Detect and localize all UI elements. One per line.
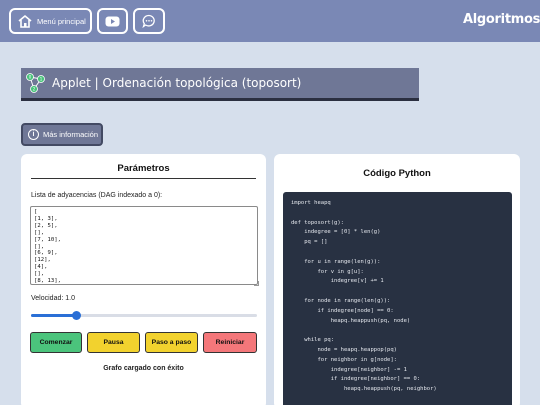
home-icon bbox=[18, 15, 32, 28]
svg-text:0: 0 bbox=[29, 75, 32, 80]
applet-title-banner: 0 1 2 Applet | Ordenación topológica (to… bbox=[21, 68, 419, 101]
step-button[interactable]: Paso a paso bbox=[145, 332, 198, 353]
status-message: Grafo cargado con éxito bbox=[103, 365, 184, 372]
chat-icon bbox=[142, 14, 155, 28]
speed-slider[interactable] bbox=[31, 311, 257, 320]
top-nav-bar: Menú principal Algoritmos bbox=[0, 0, 540, 42]
speed-slider-fill bbox=[31, 314, 77, 317]
reset-button[interactable]: Reiniciar bbox=[203, 332, 257, 353]
adjacency-list-textarea[interactable]: [ [1, 3], [2, 5], [], [7, 10], [], [6, 9… bbox=[30, 206, 258, 285]
svg-text:1: 1 bbox=[40, 77, 43, 82]
more-info-label: Más información bbox=[43, 130, 99, 139]
speed-label: Velocidad: 1.0 bbox=[31, 295, 75, 302]
graph-icon: 0 1 2 bbox=[26, 73, 45, 93]
logo-text: Algoritmos bbox=[463, 12, 540, 27]
python-code-block: import heapq def toposort(g): indegree =… bbox=[283, 192, 512, 405]
algoritmos-logo[interactable]: Algoritmos bbox=[463, 10, 540, 36]
parameters-card: Parámetros Lista de adyacencias (DAG ind… bbox=[21, 154, 266, 405]
chat-button[interactable] bbox=[133, 8, 165, 34]
youtube-icon bbox=[105, 16, 120, 26]
adjacency-label: Lista de adyacencias (DAG indexado a 0): bbox=[31, 192, 163, 199]
code-title: Código Python bbox=[363, 168, 431, 179]
parameters-title: Parámetros bbox=[117, 163, 170, 174]
home-button-label: Menú principal bbox=[37, 16, 86, 26]
start-button[interactable]: Comenzar bbox=[30, 332, 82, 353]
resize-handle[interactable] bbox=[254, 281, 259, 286]
info-icon: i bbox=[28, 129, 39, 140]
speed-slider-thumb[interactable] bbox=[72, 311, 82, 320]
page-title: Applet | Ordenación topológica (toposort… bbox=[52, 76, 302, 90]
more-info-button[interactable]: i Más información bbox=[21, 123, 103, 146]
svg-text:2: 2 bbox=[33, 87, 36, 92]
pause-button[interactable]: Pausa bbox=[87, 332, 140, 353]
home-button[interactable]: Menú principal bbox=[9, 8, 92, 34]
parameters-divider bbox=[31, 178, 256, 179]
youtube-button[interactable] bbox=[97, 8, 128, 34]
python-code-card: Código Python import heapq def toposort(… bbox=[274, 154, 520, 405]
